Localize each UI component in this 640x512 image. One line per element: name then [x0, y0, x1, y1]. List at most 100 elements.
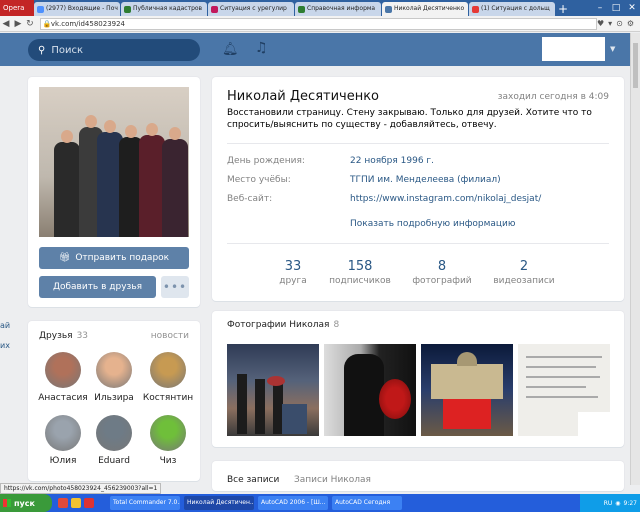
photos-card: Фотографии Николая 8	[212, 311, 624, 447]
search-box[interactable]: ⚲	[28, 39, 200, 61]
friends-news-link[interactable]: новости	[151, 331, 189, 341]
profile-counter[interactable]: 2 видеозаписи	[484, 259, 564, 286]
tab-all-posts[interactable]: Все записи	[227, 475, 279, 485]
photo-thumbnail[interactable]	[227, 344, 319, 436]
photos-count: 8	[333, 320, 340, 330]
counter-label: фотографий	[412, 276, 472, 286]
avatar[interactable]	[45, 352, 81, 388]
language-indicator[interactable]: RU	[604, 500, 613, 507]
friends-card: Друзья 33 новости Анастасия Ильзира Костянт…	[28, 321, 200, 481]
browser-tab[interactable]: Ситуация с урегулир	[208, 2, 294, 16]
friend-item[interactable]: Костянтин	[140, 352, 196, 403]
taskbar-window-button[interactable]: Total Commander 7.0...	[110, 496, 180, 510]
opera-icon[interactable]	[58, 498, 68, 508]
profile-status: Восстановили страницу. Стену закрываю. Т…	[227, 108, 592, 130]
left-fragment-1: ай	[0, 321, 11, 330]
profile-counter[interactable]: 8 фотографий	[402, 259, 482, 286]
avatar[interactable]	[150, 352, 186, 388]
more-actions-button[interactable]: •••	[161, 276, 189, 298]
taskbar-window-button[interactable]: AutoCAD Сегодня	[332, 496, 402, 510]
forward-icon[interactable]: ▶	[12, 19, 24, 29]
website-link[interactable]: https://www.instagram.com/nikolaj_desjat…	[350, 194, 541, 204]
photo-thumbnail[interactable]	[421, 344, 513, 436]
education-value[interactable]: ТГПИ им. Менделеева (филиал)	[350, 175, 501, 185]
clock: 9:27	[623, 499, 637, 507]
friend-name[interactable]: Eduard	[86, 456, 142, 466]
friend-item[interactable]: Чиз	[140, 415, 196, 466]
settings-icon[interactable]: ⚙	[627, 19, 634, 28]
avatar[interactable]	[96, 415, 132, 451]
reload-icon[interactable]: ↻	[24, 19, 36, 29]
tab-own-posts[interactable]: Записи Николая	[294, 475, 371, 485]
friend-name[interactable]: Юлия	[35, 456, 91, 466]
avatar[interactable]	[150, 415, 186, 451]
tab-title: Ситуация с урегулир	[220, 5, 287, 12]
add-friend-button[interactable]: Добавить в друзья	[39, 276, 156, 298]
bell-icon[interactable]: 🔔︎	[222, 42, 239, 57]
dropdown-icon[interactable]: ▾	[608, 19, 612, 28]
friend-item[interactable]: Юлия	[35, 415, 91, 466]
close-icon[interactable]: ✕	[624, 0, 640, 16]
tab-favicon-icon	[37, 5, 44, 13]
heart-icon[interactable]: ♥	[597, 19, 604, 28]
show-details-link[interactable]: Показать подробную информацию	[350, 219, 515, 229]
counter-number: 158	[347, 259, 373, 274]
friend-name[interactable]: Чиз	[140, 456, 196, 466]
chevron-down-icon[interactable]: ▼	[610, 45, 615, 53]
friend-item[interactable]: Анастасия	[35, 352, 91, 403]
photos-title-text: Фотографии Николая	[227, 320, 330, 330]
search-icon: ⚲	[38, 44, 46, 56]
counter-number: 8	[437, 259, 447, 274]
tab-favicon-icon	[298, 5, 305, 13]
website-label: Веб-сайт:	[227, 194, 273, 204]
friend-name[interactable]: Костянтин	[140, 393, 196, 403]
profile-photo[interactable]	[39, 87, 189, 237]
avatar[interactable]	[45, 415, 81, 451]
friend-name[interactable]: Анастасия	[35, 393, 91, 403]
browser-tab[interactable]: Справочная информа	[295, 2, 381, 16]
folder-icon[interactable]	[71, 498, 81, 508]
profile-counter[interactable]: 158 подписчиков	[320, 259, 400, 286]
minimize-icon[interactable]: –	[592, 0, 608, 16]
send-gift-button[interactable]: 🎁︎ Отправить подарок	[39, 247, 189, 269]
windows-taskbar: пуск Total Commander 7.0... Николай Десят…	[0, 494, 640, 512]
birthday-value[interactable]: 22 ноября 1996 г.	[350, 156, 434, 166]
browser-tab[interactable]: Публичная кадастров	[121, 2, 207, 16]
avatar[interactable]	[96, 352, 132, 388]
left-fragment-2: их	[0, 341, 10, 350]
browser-tab-bar: Opera (2977) Входящие - Поч Публичная кад…	[0, 0, 640, 16]
start-button[interactable]: пуск	[0, 494, 52, 512]
opera-menu-button[interactable]: Opera	[0, 0, 34, 16]
photos-title[interactable]: Фотографии Николая 8	[227, 320, 339, 330]
music-icon[interactable]: ♫	[255, 40, 268, 56]
app-icon[interactable]	[84, 498, 94, 508]
back-icon[interactable]: ◀	[0, 19, 12, 29]
tab-title: Справочная информа	[307, 5, 376, 12]
page-scrollbar[interactable]	[630, 33, 640, 485]
download-icon[interactable]: ⊙	[616, 19, 623, 28]
photo-thumbnail[interactable]	[518, 344, 610, 436]
friend-item[interactable]: Eduard	[86, 415, 142, 466]
maximize-icon[interactable]: □	[608, 0, 624, 16]
divider	[227, 243, 609, 244]
tray-icon[interactable]: ◉	[615, 500, 620, 507]
new-tab-button[interactable]: +	[556, 2, 570, 16]
browser-tab[interactable]: Николай Десятиченко	[382, 2, 468, 16]
url-field[interactable]: 🔒 vk.com/id458023924	[39, 17, 597, 30]
tab-favicon-icon	[124, 5, 131, 13]
browser-tab[interactable]: (2977) Входящие - Поч	[34, 2, 120, 16]
tab-favicon-icon	[385, 5, 392, 13]
browser-tab[interactable]: (1) Ситуация с дольщ	[469, 2, 555, 16]
friend-name[interactable]: Ильзира	[86, 393, 142, 403]
profile-menu[interactable]	[542, 37, 605, 61]
photo-thumbnail[interactable]	[324, 344, 416, 436]
online-status: заходил сегодня в 4:09	[497, 92, 609, 102]
friend-item[interactable]: Ильзира	[86, 352, 142, 403]
taskbar-window-button[interactable]: Николай Десятичен...	[184, 496, 254, 510]
posts-card: Все записи Записи Николая	[212, 461, 624, 491]
friends-title[interactable]: Друзья 33	[39, 331, 88, 341]
vk-header: ⚲ 🔔︎ ♫ ▼	[0, 33, 630, 66]
scrollbar-thumb[interactable]	[633, 43, 638, 88]
search-input[interactable]	[51, 44, 192, 56]
taskbar-window-button[interactable]: AutoCAD 2006 - [Ш...	[258, 496, 328, 510]
